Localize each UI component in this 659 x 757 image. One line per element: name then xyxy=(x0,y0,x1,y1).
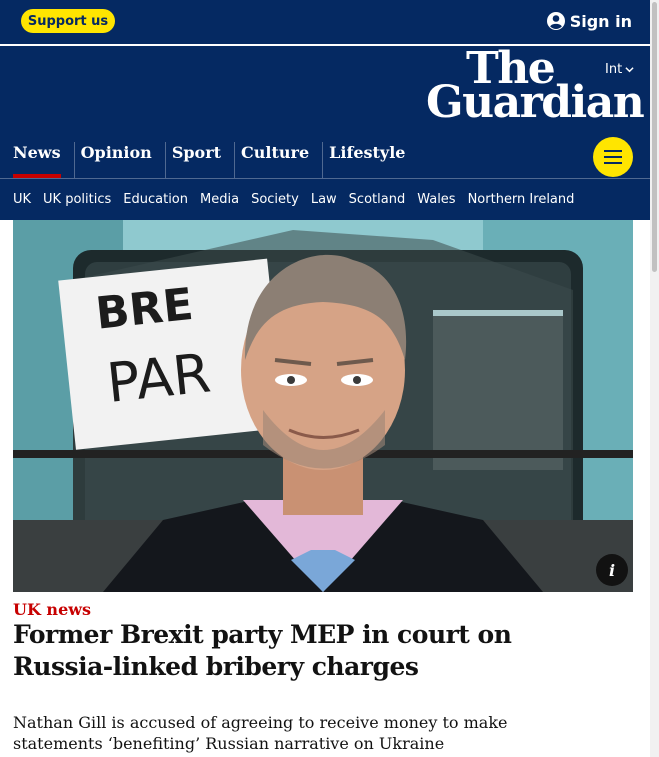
top-bar: Support us Sign in xyxy=(0,0,650,44)
pillar-nav: News Opinion Sport Culture Lifestyle xyxy=(13,142,418,178)
hamburger-menu-icon[interactable] xyxy=(593,137,633,177)
pillar-opinion[interactable]: Opinion xyxy=(73,142,159,178)
pillar-lifestyle[interactable]: Lifestyle xyxy=(322,142,412,178)
guardian-logo[interactable]: The Guardian xyxy=(426,47,645,128)
scrollbar-thumb[interactable] xyxy=(652,2,657,272)
subnav-item-media[interactable]: Media xyxy=(200,192,239,207)
subnav-item-education[interactable]: Education xyxy=(123,192,188,207)
logo-line-2: Guardian xyxy=(426,77,645,128)
subnav-item-uk[interactable]: UK xyxy=(13,192,31,207)
sign-in-label: Sign in xyxy=(569,11,632,31)
pillar-culture[interactable]: Culture xyxy=(234,142,316,178)
info-icon[interactable]: i xyxy=(596,554,628,586)
pillar-sport[interactable]: Sport xyxy=(164,142,228,178)
article-kicker[interactable]: UK news xyxy=(13,600,91,619)
sign-in-link[interactable]: Sign in xyxy=(546,9,632,33)
subnav-item-law[interactable]: Law xyxy=(311,192,337,207)
bus-sign-line-2: PAR xyxy=(104,341,214,414)
pillar-news[interactable]: News xyxy=(13,142,68,178)
user-circle-icon xyxy=(546,12,565,30)
subnav-item-society[interactable]: Society xyxy=(251,192,299,207)
article-headline: Former Brexit party MEP in court on Russ… xyxy=(13,620,512,681)
sub-nav: UK UK politics Education Media Society L… xyxy=(0,178,650,220)
hero-photo: BRE PAR xyxy=(13,220,633,592)
subnav-item-scotland[interactable]: Scotland xyxy=(349,192,406,207)
bus-sign-line-1: BRE xyxy=(93,279,195,340)
hero-image: BRE PAR xyxy=(13,220,633,592)
subnav-item-wales[interactable]: Wales xyxy=(417,192,455,207)
subnav-item-uk-politics[interactable]: UK politics xyxy=(43,192,111,207)
subnav-item-northern-ireland[interactable]: Northern Ireland xyxy=(468,192,575,207)
article-standfirst: Nathan Gill is accused of agreeing to re… xyxy=(13,713,508,753)
support-us-button[interactable]: Support us xyxy=(21,9,115,33)
masthead: Int The Guardian News Opinion Sport Cult… xyxy=(0,46,650,178)
